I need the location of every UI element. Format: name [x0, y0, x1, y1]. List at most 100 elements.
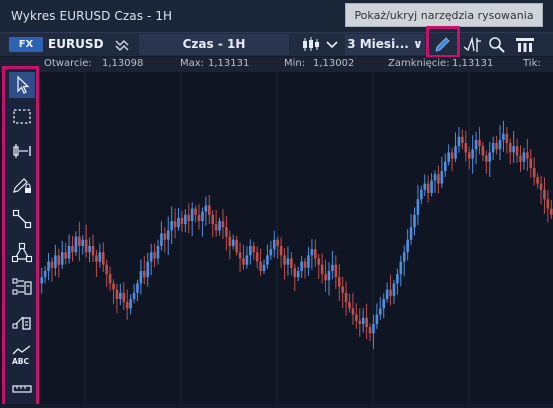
triangle-pattern-icon[interactable]	[9, 240, 35, 266]
candle-body	[337, 277, 341, 287]
candle-body	[331, 264, 334, 271]
candle-body	[296, 270, 300, 278]
candle-body	[491, 143, 495, 153]
open-label: Otwarcie:	[44, 58, 92, 69]
candle-body	[348, 302, 351, 309]
channel-icon[interactable]	[9, 308, 35, 334]
candle-body	[420, 189, 423, 200]
candle-body	[310, 249, 314, 256]
fibonacci-icon[interactable]	[9, 274, 35, 300]
cursor-arrow-icon[interactable]	[9, 72, 35, 98]
ruler-icon[interactable]	[9, 376, 35, 402]
candle-body	[255, 252, 259, 262]
candle-body	[67, 246, 71, 259]
candle-body	[71, 246, 74, 253]
candle-body	[385, 289, 389, 300]
candle-body	[457, 136, 461, 147]
candle-body	[252, 246, 256, 253]
candle-body	[163, 233, 167, 240]
candle-body	[249, 246, 252, 256]
measure-horizontal-icon[interactable]	[9, 138, 35, 164]
candle-body	[283, 255, 286, 265]
candle-body	[112, 283, 115, 290]
svg-text:ABC: ABC	[12, 357, 30, 366]
candle-body	[498, 139, 502, 150]
candle-body	[211, 214, 215, 225]
chart-type-icon[interactable]	[113, 35, 133, 54]
candle-body	[190, 208, 194, 222]
range-selector[interactable]: 3 Miesi... ∨	[345, 34, 425, 55]
candle-body	[64, 252, 67, 259]
candle-body	[221, 221, 225, 228]
candle-body	[88, 246, 91, 253]
candle-body	[74, 236, 78, 253]
candle-body	[184, 214, 187, 225]
candle-body	[136, 283, 139, 293]
candle-body	[474, 139, 478, 150]
candle-body	[495, 143, 498, 150]
candle-body	[156, 246, 160, 259]
candle-body	[180, 217, 184, 225]
candle-body	[430, 180, 433, 193]
candle-body	[471, 149, 474, 159]
candle-body	[218, 221, 221, 231]
candle-body	[279, 246, 283, 256]
candle-body	[43, 270, 47, 278]
symbol-selector[interactable]: EURUSD	[48, 37, 104, 51]
candle-body	[532, 168, 536, 178]
candle-body	[47, 261, 50, 271]
candle-body	[139, 270, 143, 284]
panel-settings-icon[interactable]	[514, 35, 536, 54]
candle-body	[272, 239, 276, 250]
candle-body	[443, 161, 447, 172]
candle-body	[245, 255, 249, 265]
candle-body	[327, 270, 331, 281]
selection-rectangle-icon[interactable]	[9, 104, 35, 130]
chevron-down-icon[interactable]	[325, 35, 339, 54]
candle-body	[98, 252, 102, 262]
trendline-icon[interactable]	[9, 206, 35, 232]
candle-body	[519, 155, 522, 162]
candle-body	[293, 267, 297, 278]
candle-body	[300, 261, 303, 271]
pencil-lock-icon[interactable]	[9, 172, 35, 198]
candle-body	[372, 324, 375, 334]
candle-body	[426, 183, 430, 193]
candle-body	[317, 258, 321, 265]
interval-selector[interactable]: Czas - 1H	[139, 34, 289, 55]
candle-body	[406, 239, 409, 253]
candle-body	[396, 274, 399, 284]
indicator-icon[interactable]	[462, 35, 482, 54]
candle-body	[334, 264, 338, 278]
candle-body	[382, 299, 386, 309]
text-abc-icon[interactable]: ABC	[9, 342, 35, 368]
candle-body	[440, 171, 444, 184]
candle-body	[197, 214, 201, 222]
candle-body	[187, 214, 191, 222]
candle-body	[423, 183, 427, 190]
window-title: Wykres EURUSD Czas - 1H	[11, 9, 173, 23]
candle-body	[433, 174, 437, 181]
candle-body	[204, 205, 208, 212]
candle-body	[129, 299, 132, 309]
candle-body	[375, 314, 379, 324]
candle-body	[365, 317, 368, 328]
candle-body	[235, 239, 238, 253]
candle-body	[170, 221, 173, 231]
candlestick-chart	[40, 72, 553, 404]
candlestick-icon[interactable]	[300, 35, 326, 54]
candle-body	[108, 274, 112, 284]
candle-body	[320, 264, 324, 275]
min-value: 1,13002	[313, 58, 355, 69]
candle-body	[358, 320, 362, 324]
candle-body	[546, 199, 550, 209]
candle-body	[54, 255, 57, 268]
candle-body	[276, 239, 279, 246]
candle-body	[536, 177, 539, 184]
chart-toolbar: FX EURUSD Czas - 1H 3 Miesi... ∨	[0, 33, 553, 56]
search-icon[interactable]	[487, 35, 507, 54]
candle-body	[238, 252, 242, 259]
candle-body	[160, 233, 163, 246]
candle-body	[259, 261, 262, 271]
price-chart[interactable]	[0, 72, 553, 404]
